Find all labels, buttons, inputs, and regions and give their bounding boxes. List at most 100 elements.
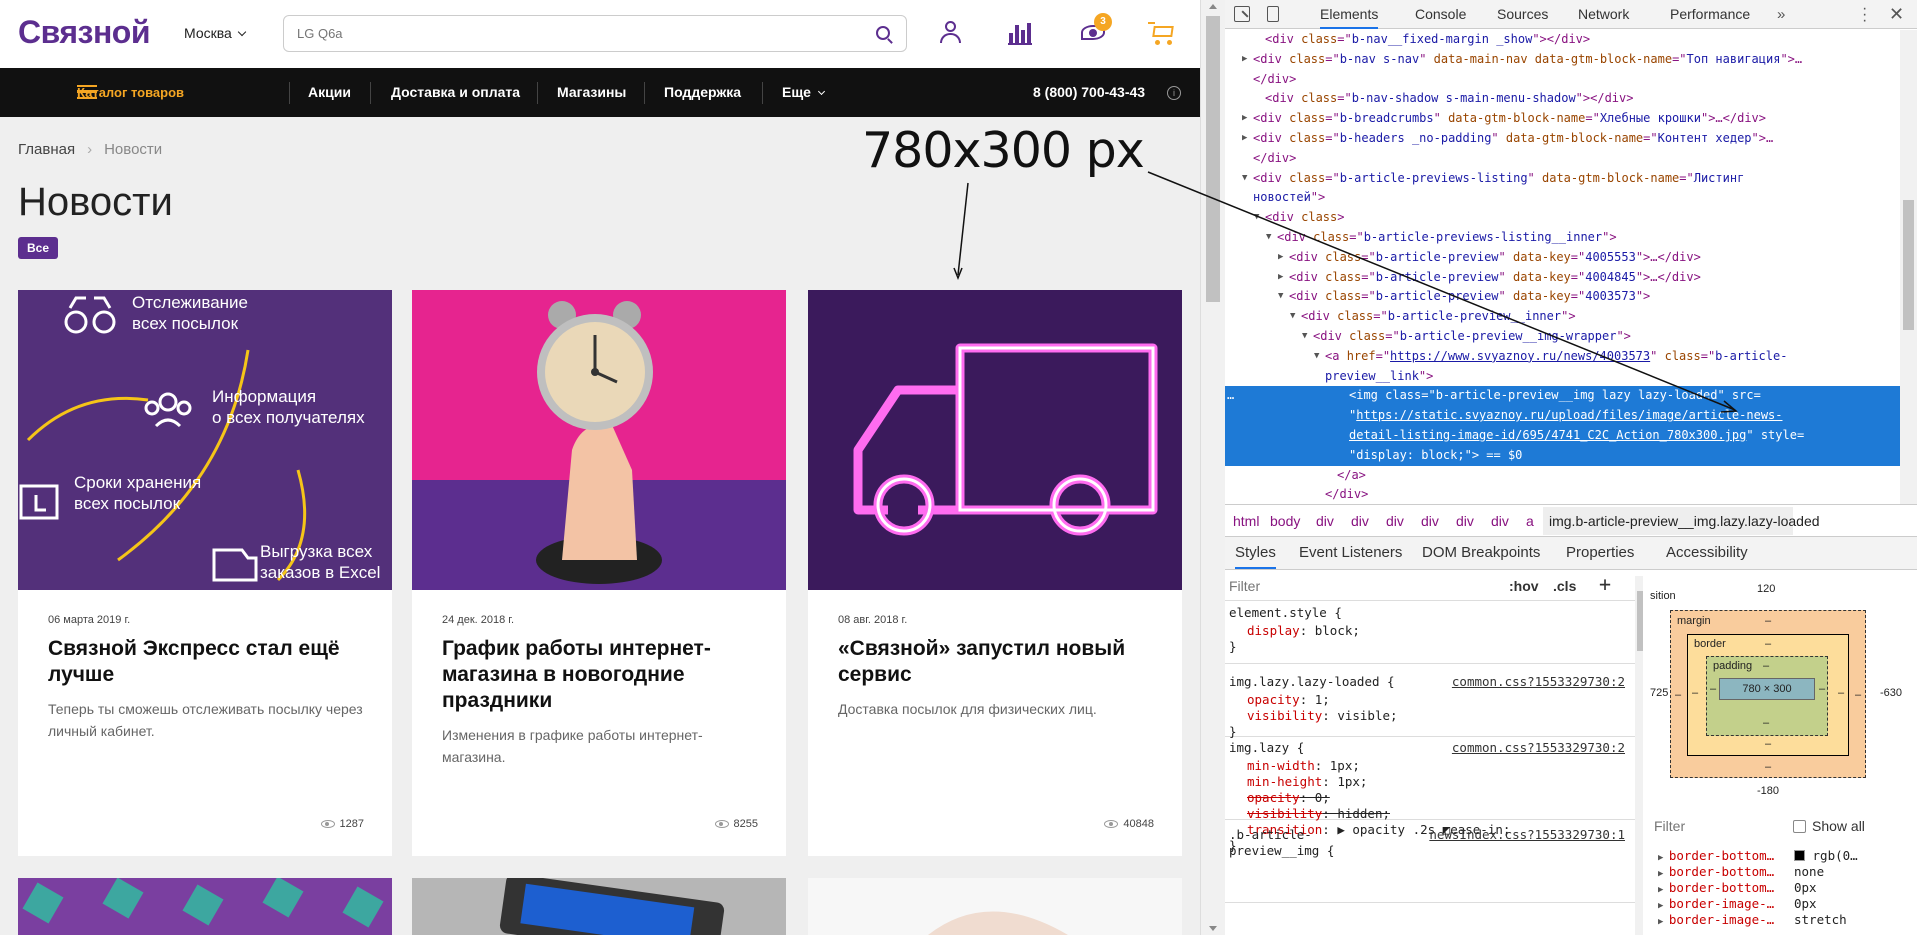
tab-performance[interactable]: Performance	[1670, 0, 1750, 29]
dom-token[interactable]: https://www.svyaznoy.ru/news/4003573	[1390, 349, 1650, 363]
padding-right-value[interactable]: –	[1819, 683, 1825, 695]
dom-node[interactable]: preview__link">	[1225, 367, 1900, 387]
dom-node[interactable]: ▶ <div class="b-nav s-nav" data-main-nav …	[1225, 50, 1900, 70]
cart-icon[interactable]	[1148, 18, 1178, 48]
nav-stores[interactable]: Магазины	[557, 68, 626, 117]
news-title[interactable]: График работы интернет-магазина в нового…	[442, 636, 762, 714]
dom-breadcrumb-item[interactable]: div	[1491, 513, 1509, 529]
expand-arrow-icon[interactable]: ▶	[1242, 109, 1247, 129]
city-selector[interactable]: Москва	[184, 25, 247, 41]
dom-breadcrumb-item[interactable]: body	[1270, 513, 1300, 529]
hov-toggle[interactable]: :hov	[1509, 578, 1539, 594]
subtab-event-listeners[interactable]: Event Listeners	[1299, 537, 1402, 569]
subtab-accessibility[interactable]: Accessibility	[1666, 537, 1748, 569]
border-bottom-value[interactable]: –	[1765, 738, 1771, 750]
css-declaration[interactable]: visibility: visible;	[1247, 706, 1398, 726]
news-card[interactable]: Отслеживание всех посылок Информация о в…	[18, 290, 392, 856]
subtab-styles[interactable]: Styles	[1235, 537, 1276, 569]
dom-node[interactable]: новостей">	[1225, 188, 1900, 208]
expand-arrow-icon[interactable]: ▶	[1278, 248, 1283, 268]
nav-delivery[interactable]: Доставка и оплата	[391, 68, 520, 117]
computed-filter-input[interactable]	[1654, 816, 1774, 836]
dom-breadcrumb-item[interactable]: div	[1421, 513, 1439, 529]
dom-breadcrumb-item[interactable]: img.b-article-preview__img.lazy.lazy-loa…	[1549, 513, 1820, 529]
dom-node[interactable]: ▼ <div class="b-article-preview__img-wrap…	[1225, 327, 1900, 347]
news-image-preview[interactable]	[412, 878, 786, 935]
dom-node-selected[interactable]: detail-listing-image-id/695/4741_C2C_Act…	[1225, 426, 1900, 446]
page-scrollbar[interactable]	[1200, 0, 1225, 935]
css-rule[interactable]: element.style {display: block;}	[1225, 601, 1635, 664]
styles-filter-input[interactable]	[1229, 576, 1499, 596]
computed-property[interactable]: ▶ border-image-… stretch	[1658, 910, 1917, 930]
node-actions-icon[interactable]: …	[1227, 386, 1234, 406]
dom-tree[interactable]: <div class="b-nav__fixed-margin _show"><…	[1225, 30, 1900, 504]
search-input[interactable]	[285, 17, 845, 50]
breadcrumb-home[interactable]: Главная	[18, 141, 75, 158]
css-rule[interactable]: .b-article-newsIndex.css?1553329730:1 pre…	[1225, 823, 1635, 903]
expand-arrow-icon[interactable]: ▶	[1242, 129, 1247, 149]
dom-node[interactable]: <div class="b-nav-shadow s-main-menu-sha…	[1225, 89, 1900, 109]
box-content[interactable]: 780 × 300	[1719, 678, 1815, 700]
tab-elements[interactable]: Elements	[1320, 0, 1379, 29]
dom-node[interactable]: ▶ <div class="b-article-preview" data-key…	[1225, 268, 1900, 288]
expand-arrow-icon[interactable]: ▶	[1242, 50, 1247, 70]
catalog-button[interactable]: Каталог товаров	[48, 68, 184, 117]
padding-top-value[interactable]: –	[1763, 660, 1769, 672]
search-icon[interactable]	[876, 26, 890, 40]
css-rule[interactable]: img.lazy.lazy-loaded { common.css?1553329…	[1225, 670, 1635, 739]
search-box[interactable]	[283, 15, 907, 52]
dom-node[interactable]: ▶ <div class="b-breadcrumbs" data-gtm-blo…	[1225, 109, 1900, 129]
more-tabs-icon[interactable]: »	[1777, 0, 1785, 29]
margin-bottom-value[interactable]: –	[1765, 761, 1771, 773]
color-swatch-icon[interactable]	[1794, 850, 1805, 861]
css-source-link[interactable]: common.css?1553329730:2	[1452, 672, 1625, 692]
dom-node[interactable]: ▼ <a href="https://www.svyaznoy.ru/news/4…	[1225, 347, 1900, 367]
news-image-truck[interactable]	[808, 290, 1182, 590]
dom-node-selected[interactable]: "https://static.svyaznoy.ru/upload/files…	[1225, 406, 1900, 427]
nav-more[interactable]: Еще	[782, 68, 825, 117]
cls-toggle[interactable]: .cls	[1553, 578, 1576, 594]
news-image-preview[interactable]	[808, 878, 1182, 935]
close-icon[interactable]: ✕	[1889, 5, 1905, 23]
subtab-dom-breakpoints[interactable]: DOM Breakpoints	[1422, 537, 1540, 569]
css-selector[interactable]: img.lazy.lazy-loaded {	[1229, 672, 1395, 692]
kebab-menu-icon[interactable]: · · ·	[1862, 1, 1867, 29]
news-card[interactable]: 08 авг. 2018 г. «Связной» запустил новый…	[808, 290, 1182, 856]
collapse-arrow-icon[interactable]: ▼	[1314, 347, 1319, 367]
collapse-arrow-icon[interactable]: ▼	[1290, 307, 1295, 327]
dom-token[interactable]: detail-listing-image-id/695/4741_C2C_Act…	[1349, 428, 1746, 442]
dom-node[interactable]: ▼ <div class="b-article-preview" data-key…	[1225, 287, 1900, 307]
collapse-arrow-icon[interactable]: ▼	[1242, 169, 1247, 189]
css-declaration[interactable]: display: block;	[1247, 621, 1360, 641]
css-source-link[interactable]: newsIndex.css?1553329730:1	[1429, 825, 1625, 845]
tab-network[interactable]: Network	[1578, 0, 1629, 29]
margin-left-value[interactable]: –	[1675, 689, 1681, 701]
dom-breadcrumb-item[interactable]: a	[1526, 513, 1534, 529]
dom-node-selected[interactable]: "display: block;"> == $0	[1225, 445, 1900, 466]
tab-console[interactable]: Console	[1415, 0, 1466, 29]
dom-breadcrumb-item[interactable]: div	[1386, 513, 1404, 529]
dom-node[interactable]: ▼ <div class="b-article-preview__inner">	[1225, 307, 1900, 327]
user-icon[interactable]	[936, 18, 966, 48]
inspect-element-icon[interactable]	[1234, 6, 1250, 22]
dom-scrollbar[interactable]	[1900, 30, 1917, 504]
styles-scrollbar[interactable]	[1635, 576, 1643, 935]
dom-node[interactable]: ▶ <div class="b-headers _no-padding" data…	[1225, 129, 1900, 149]
info-icon[interactable]: i	[1167, 86, 1181, 100]
collapse-arrow-icon[interactable]: ▼	[1254, 208, 1259, 228]
dom-node[interactable]: <div class="b-nav__fixed-margin _show"><…	[1225, 30, 1900, 50]
border-top-value[interactable]: –	[1765, 638, 1771, 650]
subtab-properties[interactable]: Properties	[1566, 537, 1634, 569]
news-card[interactable]: 24 дек. 2018 г. График работы интернет-м…	[412, 290, 786, 856]
dom-breadcrumb-item[interactable]: div	[1316, 513, 1334, 529]
dom-node[interactable]: </div>	[1225, 149, 1900, 169]
margin-right-value[interactable]: –	[1855, 689, 1861, 701]
dom-node[interactable]: ▼ <div class>	[1225, 208, 1900, 228]
position-right[interactable]: -630	[1880, 687, 1902, 699]
position-top[interactable]: 120	[1757, 583, 1775, 595]
dom-node[interactable]: </a>	[1225, 466, 1900, 486]
device-toolbar-icon[interactable]	[1267, 6, 1279, 22]
news-title[interactable]: «Связной» запустил новый сервис	[838, 636, 1158, 688]
compare-icon[interactable]	[1006, 18, 1036, 48]
border-left-value[interactable]: –	[1692, 687, 1698, 699]
